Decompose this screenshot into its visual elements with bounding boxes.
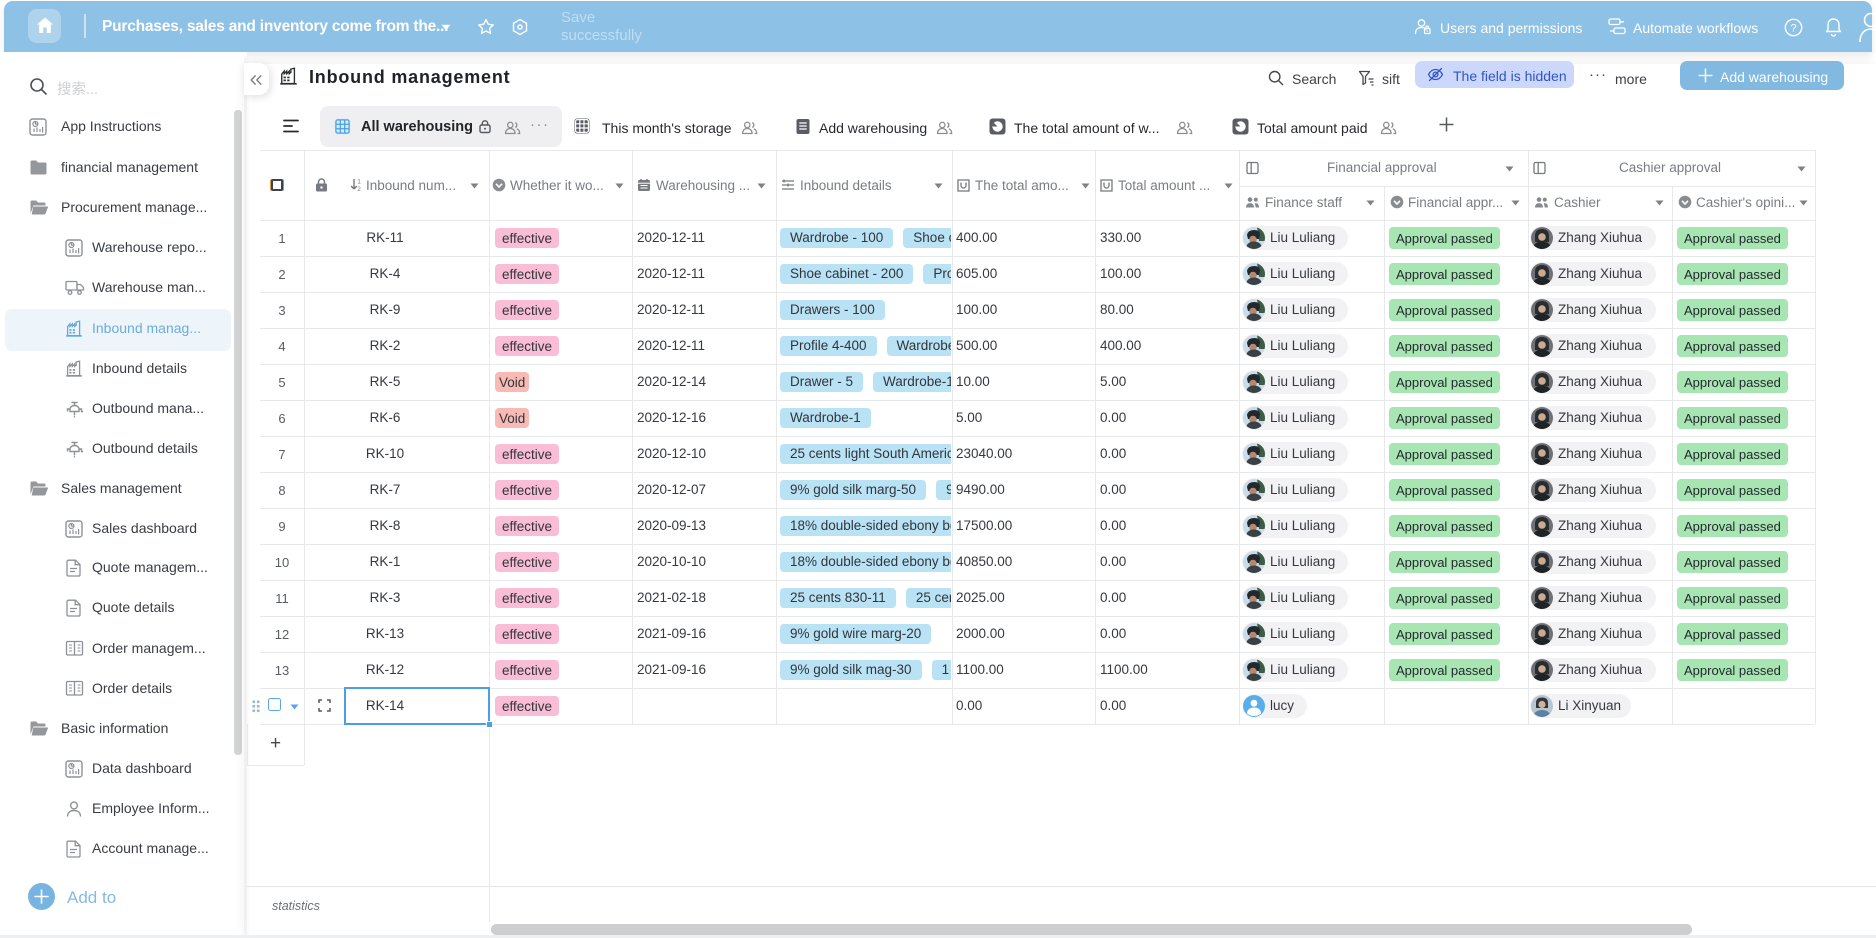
svg-text:2: 2 bbox=[357, 186, 361, 192]
svg-text:?: ? bbox=[1790, 22, 1796, 34]
svg-text:1: 1 bbox=[357, 179, 361, 186]
